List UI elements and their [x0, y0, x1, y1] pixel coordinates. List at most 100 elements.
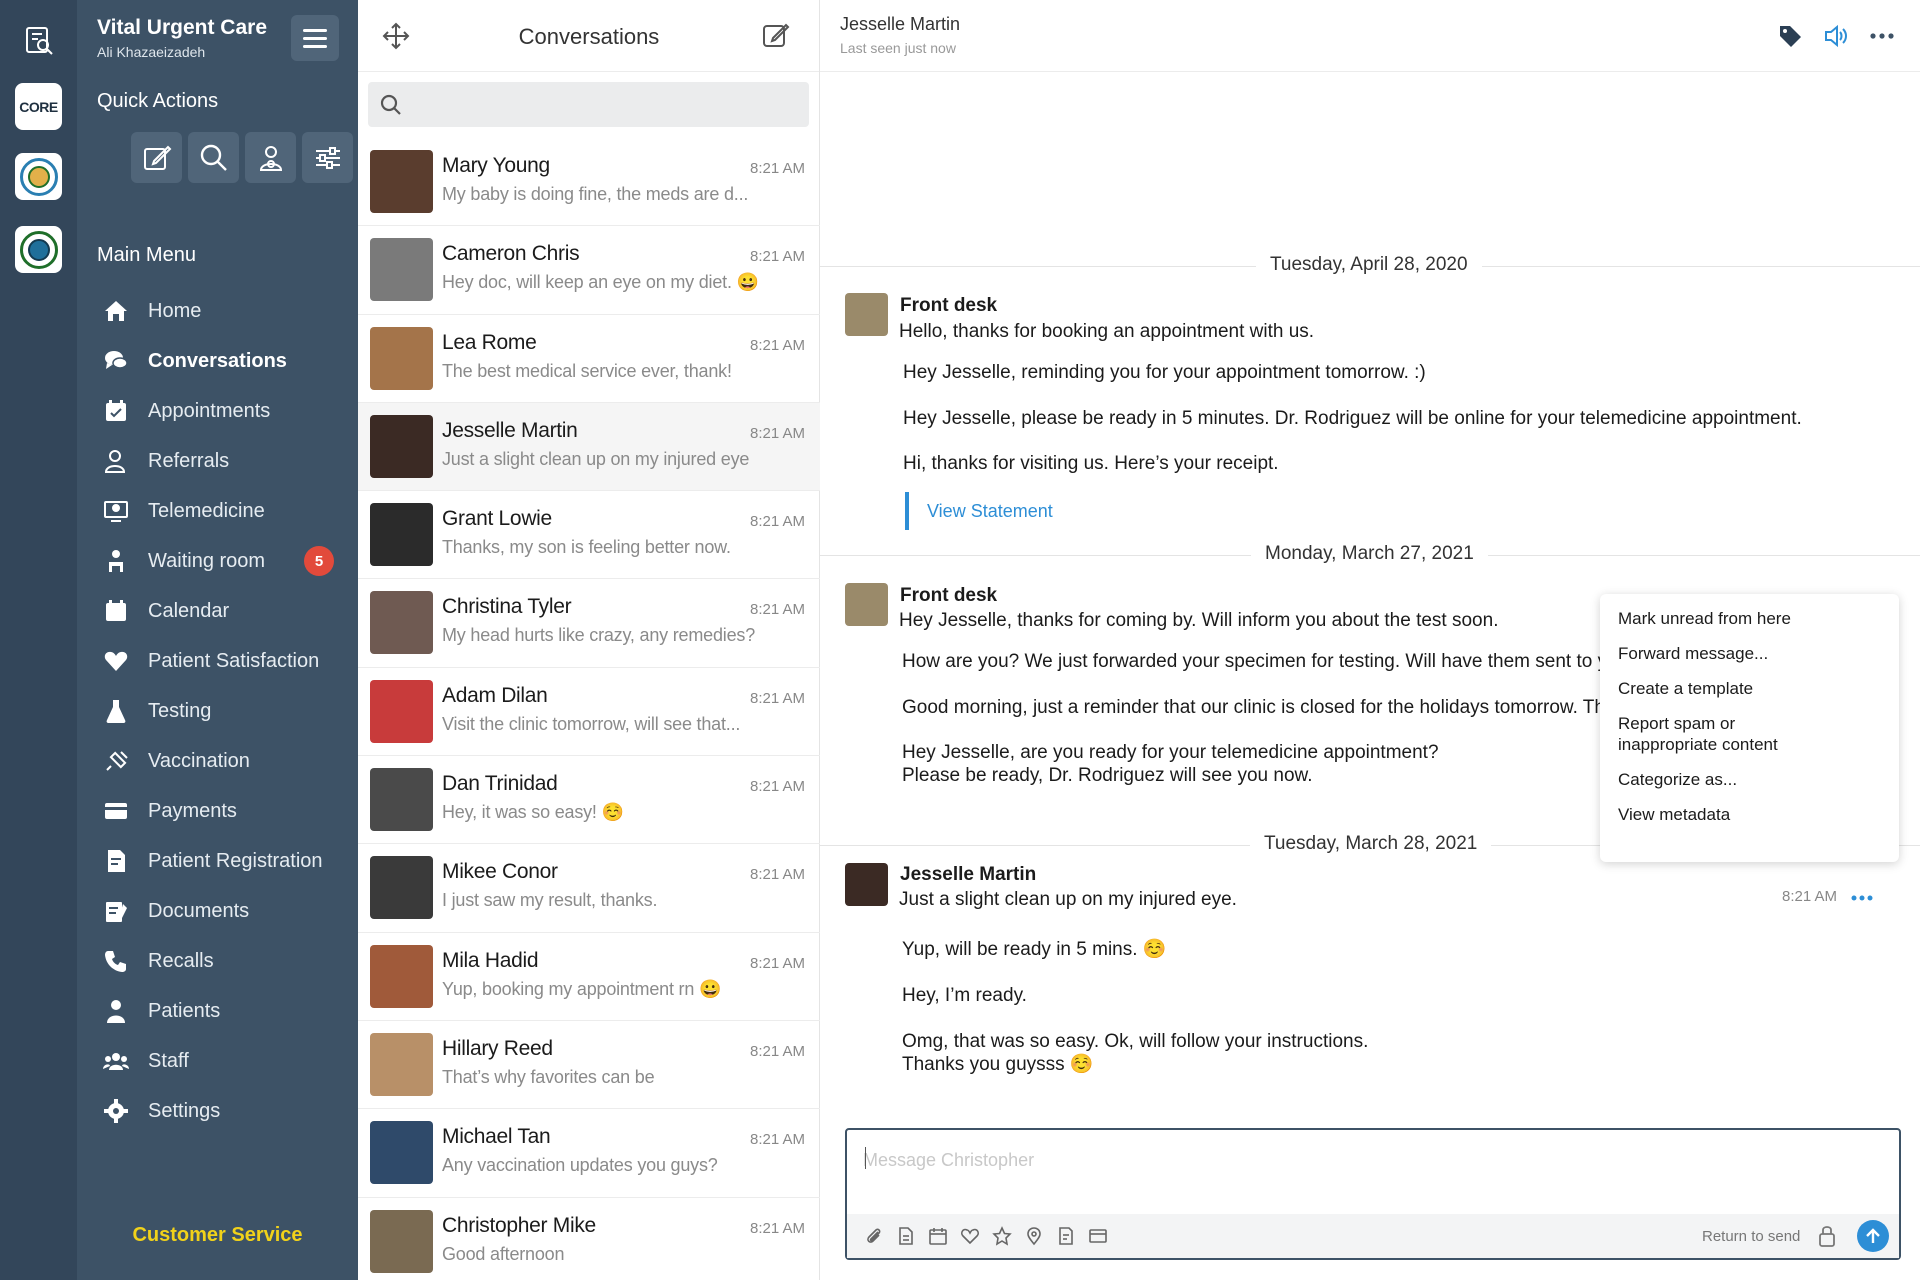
- contact-time: 8:21 AM: [750, 778, 806, 796]
- contact-time: 8:21 AM: [750, 866, 806, 884]
- day-label: Tuesday, March 28, 2021: [1250, 833, 1492, 855]
- send-button[interactable]: [1857, 1220, 1889, 1252]
- sidebar-item-documents[interactable]: Documents: [77, 886, 358, 936]
- message-text: Just a slight clean up on my injured eye…: [899, 889, 1237, 910]
- more-options-icon[interactable]: [1868, 22, 1896, 55]
- lock-icon[interactable]: [1817, 1224, 1837, 1253]
- list-item[interactable]: Jesselle Martin 8:21 AM Just a slight clea…: [358, 402, 820, 492]
- day-label: Monday, March 27, 2021: [1251, 543, 1488, 565]
- contact-time: 8:21 AM: [750, 601, 806, 619]
- sidebar-item-vaccination[interactable]: Vaccination: [77, 736, 358, 786]
- contact-time: 8:21 AM: [750, 424, 806, 442]
- message-text: Yup, will be ready in 5 mins. ☺️: [902, 939, 1167, 960]
- conversation-search[interactable]: [368, 82, 809, 127]
- list-item[interactable]: Mary Young 8:21 AM My baby is doing fine, …: [358, 138, 820, 227]
- sidebar-item-payments[interactable]: Payments: [77, 786, 358, 836]
- list-item[interactable]: Mila Hadid 8:21 AM Yup, booking my appoint…: [358, 933, 820, 1021]
- text-cursor: [865, 1147, 866, 1169]
- heart-icon[interactable]: [959, 1225, 981, 1247]
- org-seal-logo[interactable]: [15, 153, 62, 200]
- contact-preview: Thanks, my son is feeling better now.: [442, 537, 731, 558]
- sidebar-item-label: Payments: [148, 799, 237, 822]
- sidebar-item-waiting-room[interactable]: Waiting room 5: [77, 536, 358, 586]
- sidebar-item-staff[interactable]: Staff: [77, 1036, 358, 1086]
- list-item[interactable]: Lea Rome 8:21 AM The best medical service …: [358, 315, 820, 403]
- form-icon[interactable]: [1055, 1225, 1077, 1247]
- user-referral-icon: [102, 447, 130, 475]
- department-seal-logo[interactable]: [15, 226, 62, 273]
- menu-item-categorize[interactable]: Categorize as...: [1618, 769, 1881, 790]
- contact-preview: That’s why favorites can be: [442, 1066, 655, 1087]
- sidebar-item-patients[interactable]: Patients: [77, 986, 358, 1036]
- customer-service-link[interactable]: Customer Service: [77, 1224, 358, 1247]
- chat-icon: [102, 347, 130, 375]
- document-icon[interactable]: [895, 1225, 917, 1247]
- patient-icon: [102, 997, 130, 1025]
- gear-icon: [102, 1097, 130, 1125]
- new-message-icon[interactable]: [761, 20, 791, 55]
- core-logo[interactable]: CORE: [15, 83, 62, 130]
- list-item[interactable]: Christopher Mike 8:21 AM Good afternoon: [358, 1198, 820, 1280]
- list-item[interactable]: Dan Trinidad 8:21 AM Hey, it was so easy! …: [358, 756, 820, 845]
- sidebar-item-patient-registration[interactable]: Patient Registration: [77, 836, 358, 886]
- list-item[interactable]: Michael Tan 8:21 AM Any vaccination update…: [358, 1109, 820, 1198]
- sidebar-item-calendar[interactable]: Calendar: [77, 586, 358, 636]
- list-item[interactable]: Grant Lowie 8:21 AM Thanks, my son is feel…: [358, 491, 820, 580]
- search-input[interactable]: [412, 82, 802, 127]
- message-input[interactable]: [863, 1144, 1863, 1176]
- hamburger-menu-icon[interactable]: [291, 15, 339, 61]
- sidebar-item-recalls[interactable]: Recalls: [77, 936, 358, 986]
- sidebar-item-patient-satisfaction[interactable]: Patient Satisfaction: [77, 636, 358, 686]
- main-menu: Home Conversations Appointments Referral…: [77, 286, 358, 1136]
- search-icon[interactable]: [188, 132, 239, 183]
- list-item[interactable]: Christina Tyler 8:21 AM My head hurts like…: [358, 579, 820, 668]
- conversations-title: Conversations: [518, 24, 660, 49]
- flask-icon: [102, 697, 130, 725]
- documents-icon: [102, 897, 130, 925]
- calendar-check-icon: [102, 397, 130, 425]
- paperclip-icon[interactable]: [863, 1225, 885, 1247]
- sidebar-item-label: Settings: [148, 1099, 221, 1122]
- view-statement-link[interactable]: View Statement: [905, 492, 1053, 530]
- menu-item-forward[interactable]: Forward message...: [1618, 643, 1881, 664]
- credit-card-icon[interactable]: [1087, 1225, 1109, 1247]
- speaker-icon[interactable]: [1822, 22, 1850, 55]
- message-text: Please be ready, Dr. Rodriguez will see …: [902, 765, 1313, 786]
- sidebar-item-appointments[interactable]: Appointments: [77, 386, 358, 436]
- list-item[interactable]: Hillary Reed 8:21 AM That’s why favorites …: [358, 1021, 820, 1110]
- list-item[interactable]: Cameron Chris 8:21 AM Hey doc, will keep a…: [358, 226, 820, 315]
- credit-card-icon: [102, 797, 130, 825]
- tag-icon[interactable]: [1776, 22, 1804, 55]
- location-pin-icon[interactable]: [1023, 1225, 1045, 1247]
- menu-item-report-spam[interactable]: Report spam or inappropriate content: [1618, 713, 1818, 755]
- avatar: [845, 583, 888, 626]
- quick-actions: [131, 132, 353, 183]
- menu-item-view-metadata[interactable]: View metadata: [1618, 804, 1881, 825]
- phone-recall-icon: [102, 947, 130, 975]
- message-more-icon[interactable]: [1850, 888, 1874, 913]
- menu-item-mark-unread[interactable]: Mark unread from here: [1618, 608, 1881, 629]
- menu-item-create-template[interactable]: Create a template: [1618, 678, 1881, 699]
- sidebar-item-label: Documents: [148, 899, 250, 922]
- sidebar-item-referrals[interactable]: Referrals: [77, 436, 358, 486]
- arrow-up-icon: [1866, 1228, 1880, 1243]
- list-item[interactable]: Mikee Conor 8:21 AM I just saw my result, …: [358, 844, 820, 933]
- calendar-icon[interactable]: [927, 1225, 949, 1247]
- sliders-icon[interactable]: [302, 132, 353, 183]
- compose-icon[interactable]: [131, 132, 182, 183]
- contact-preview: The best medical service ever, thank!: [442, 360, 732, 381]
- inbox-search-icon[interactable]: [15, 17, 62, 64]
- sidebar-item-home[interactable]: Home: [77, 286, 358, 336]
- sidebar-item-settings[interactable]: Settings: [77, 1086, 358, 1136]
- list-item[interactable]: Adam Dilan 8:21 AM Visit the clinic tomorr…: [358, 668, 820, 757]
- sidebar-item-testing[interactable]: Testing: [77, 686, 358, 736]
- conversation-list-header: Conversations: [358, 0, 819, 72]
- sidebar-item-label: Calendar: [148, 599, 230, 622]
- sidebar-item-conversations[interactable]: Conversations: [77, 336, 358, 386]
- contact-name: Adam Dilan: [442, 683, 548, 707]
- patient-check-icon[interactable]: [245, 132, 296, 183]
- sidebar-item-label: Testing: [148, 699, 212, 722]
- star-icon[interactable]: [991, 1225, 1013, 1247]
- sidebar-item-label: Waiting room: [148, 549, 266, 572]
- sidebar-item-telemedicine[interactable]: Telemedicine: [77, 486, 358, 536]
